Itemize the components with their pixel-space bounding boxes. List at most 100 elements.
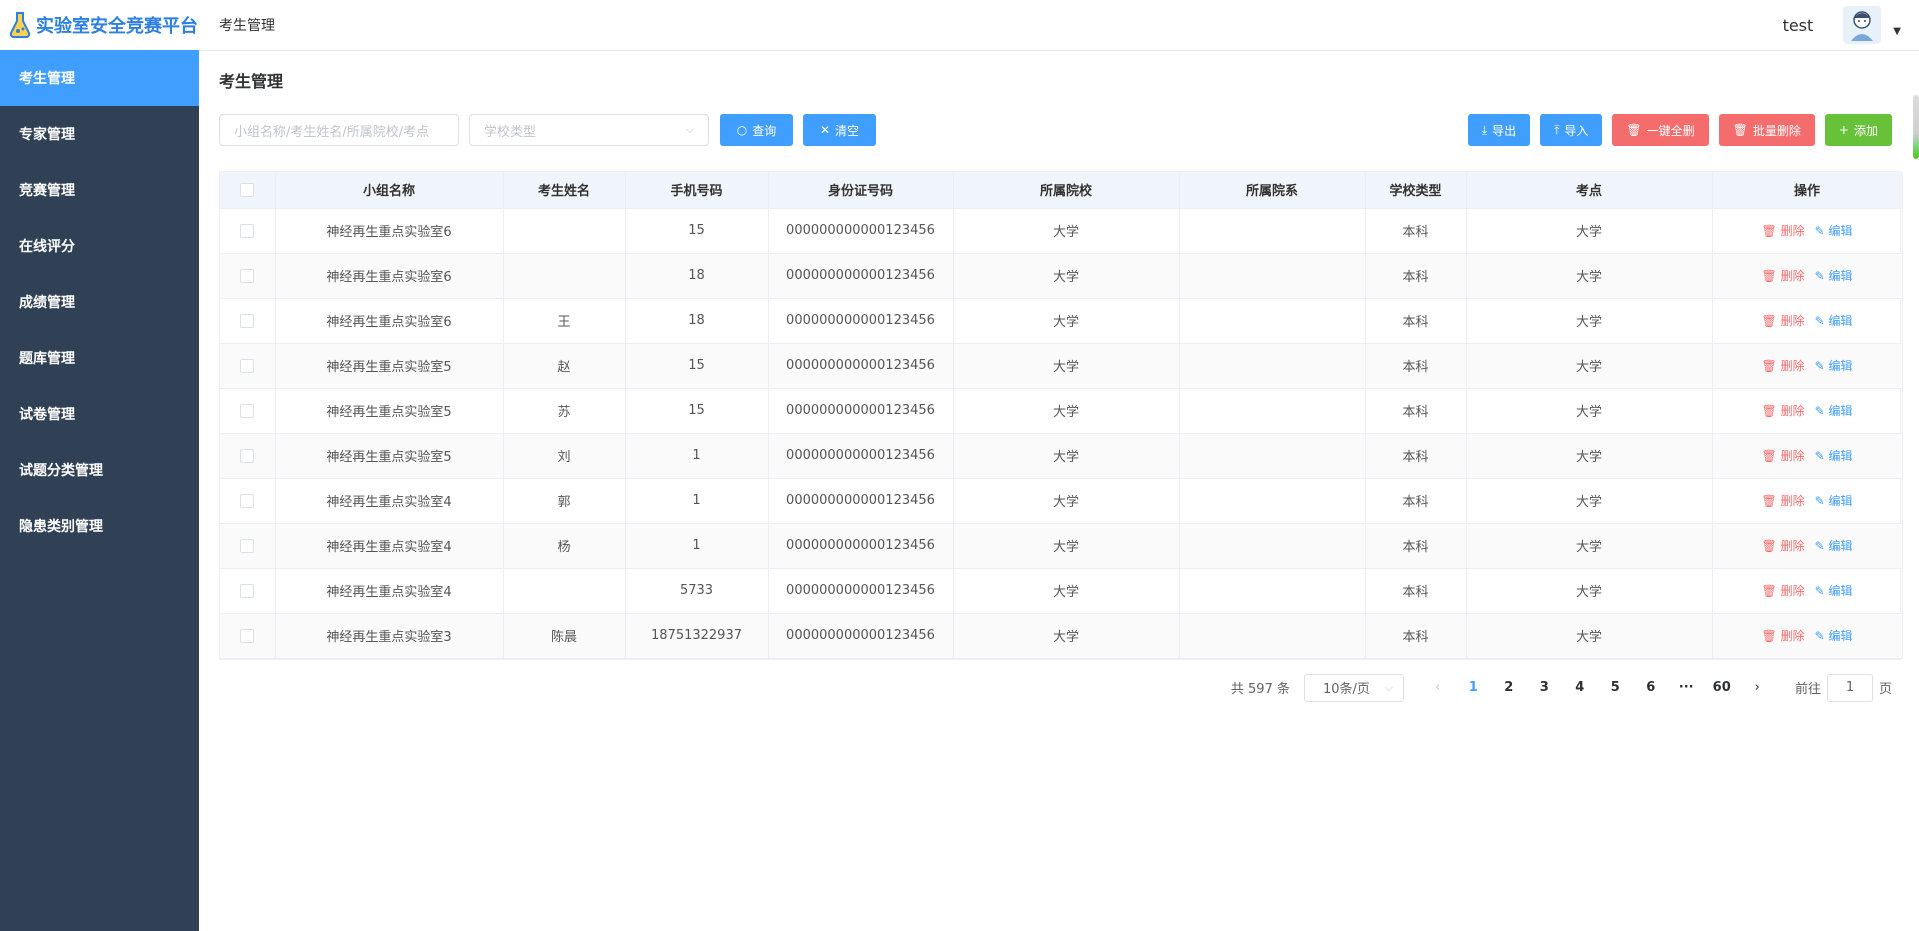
row-checkbox[interactable] xyxy=(240,448,255,463)
edit-row-button[interactable]: ✎ 编辑 xyxy=(1815,402,1853,419)
table-row: 神经再生重点实验室5 苏 15 000000000000123456 大学 本科 大学 🗑 删… xyxy=(220,388,1903,434)
export-button[interactable]: ⤓ 导出 xyxy=(1467,114,1531,146)
row-checkbox[interactable] xyxy=(240,538,255,553)
row-select-cell[interactable] xyxy=(220,478,276,524)
trash-icon: 🗑 xyxy=(1761,629,1781,643)
trash-icon: 🗑 xyxy=(1761,494,1781,508)
school-type-select[interactable]: 学校类型 ⌵ xyxy=(469,114,709,146)
row-select-cell[interactable] xyxy=(220,298,276,344)
row-select-cell[interactable] xyxy=(220,523,276,569)
pagination-total: 共 597 条 xyxy=(1230,682,1290,697)
scrollbar[interactable] xyxy=(1913,95,1919,159)
edit-row-button[interactable]: ✎ 编辑 xyxy=(1815,267,1853,284)
edit-row-button[interactable]: ✎ 编辑 xyxy=(1815,537,1853,554)
select-all-cell[interactable] xyxy=(220,172,276,209)
edit-row-button[interactable]: ✎ 编辑 xyxy=(1815,492,1853,509)
row-checkbox[interactable] xyxy=(240,268,255,283)
sidebar-item[interactable]: 考生管理 xyxy=(0,50,199,106)
page-button[interactable]: ··· xyxy=(1668,674,1704,702)
row-checkbox[interactable] xyxy=(240,313,255,328)
page-size-select[interactable]: 10条/页 ⌵ xyxy=(1303,673,1404,702)
delete-row-button[interactable]: 🗑 删除 xyxy=(1762,537,1805,554)
query-button[interactable]: ○ 查询 xyxy=(720,114,793,146)
add-button[interactable]: + 添加 xyxy=(1824,114,1892,146)
query-label: 查询 xyxy=(752,123,777,138)
page-button[interactable]: 6 xyxy=(1633,674,1669,702)
cell-group: 神经再生重点实验室4 xyxy=(275,523,504,569)
row-select-cell[interactable] xyxy=(220,613,276,659)
trash-icon: 🗑 xyxy=(1761,539,1781,553)
delete-row-button[interactable]: 🗑 删除 xyxy=(1762,402,1805,419)
delete-all-button[interactable]: 🗑 一键全删 xyxy=(1612,114,1709,146)
table-row: 神经再生重点实验室4 郭 1 000000000000123456 大学 本科 大学 🗑 删除… xyxy=(220,478,1903,524)
page-button[interactable]: 3 xyxy=(1526,674,1562,702)
plus-icon: + xyxy=(1838,123,1849,137)
page-button[interactable]: 5 xyxy=(1597,674,1633,702)
username: test xyxy=(1782,15,1814,35)
sidebar-item[interactable]: 隐患类别管理 xyxy=(0,498,199,554)
cell-group: 神经再生重点实验室6 xyxy=(275,253,504,299)
delete-row-button[interactable]: 🗑 删除 xyxy=(1762,312,1805,329)
edit-row-button[interactable]: ✎ 编辑 xyxy=(1815,222,1853,239)
cell-site: 大学 xyxy=(1466,613,1713,659)
column-header: 小组名称 xyxy=(275,172,504,209)
edit-icon: ✎ xyxy=(1814,359,1829,373)
table-row: 神经再生重点实验室4 5733 000000000000123456 大学 本科 大学 🗑 … xyxy=(220,568,1903,614)
row-checkbox[interactable] xyxy=(240,358,255,373)
row-select-cell[interactable] xyxy=(220,433,276,479)
clear-label: 清空 xyxy=(835,123,860,138)
select-all-checkbox[interactable] xyxy=(240,182,255,197)
clear-button[interactable]: ✕ 清空 xyxy=(803,114,876,146)
page-button[interactable]: 2 xyxy=(1491,674,1527,702)
edit-row-button[interactable]: ✎ 编辑 xyxy=(1815,447,1853,464)
row-checkbox[interactable] xyxy=(240,493,255,508)
row-checkbox[interactable] xyxy=(240,628,255,643)
page-title: 考生管理 xyxy=(219,72,284,91)
row-checkbox[interactable] xyxy=(240,583,255,598)
edit-row-button[interactable]: ✎ 编辑 xyxy=(1815,357,1853,374)
delete-row-button[interactable]: 🗑 删除 xyxy=(1762,357,1805,374)
row-select-cell[interactable] xyxy=(220,253,276,299)
goto-page-input[interactable]: 1 xyxy=(1826,673,1873,702)
cell-school: 大学 xyxy=(953,523,1180,569)
sidebar-item[interactable]: 试题分类管理 xyxy=(0,442,199,498)
row-select-cell[interactable] xyxy=(220,388,276,434)
cell-phone: 1 xyxy=(625,523,769,569)
next-page-button[interactable]: › xyxy=(1739,674,1775,702)
row-select-cell[interactable] xyxy=(220,568,276,614)
edit-row-button[interactable]: ✎ 编辑 xyxy=(1815,627,1853,644)
cell-school-type: 本科 xyxy=(1365,523,1467,569)
delete-row-button[interactable]: 🗑 删除 xyxy=(1762,267,1805,284)
batch-delete-button[interactable]: 🗑 批量删除 xyxy=(1718,114,1815,146)
delete-row-button[interactable]: 🗑 删除 xyxy=(1762,627,1805,644)
delete-row-button[interactable]: 🗑 删除 xyxy=(1762,492,1805,509)
page-button[interactable]: 4 xyxy=(1562,674,1598,702)
delete-row-button[interactable]: 🗑 删除 xyxy=(1762,447,1805,464)
sidebar-item[interactable]: 试卷管理 xyxy=(0,386,199,442)
row-checkbox[interactable] xyxy=(240,403,255,418)
edit-row-button[interactable]: ✎ 编辑 xyxy=(1815,312,1853,329)
page-button[interactable]: 60 xyxy=(1704,674,1740,702)
delete-row-button[interactable]: 🗑 删除 xyxy=(1762,582,1805,599)
sidebar-item[interactable]: 竞赛管理 xyxy=(0,162,199,218)
page-button[interactable]: 1 xyxy=(1455,674,1491,702)
row-select-cell[interactable] xyxy=(220,343,276,389)
delete-label: 删除 xyxy=(1780,494,1805,508)
avatar[interactable] xyxy=(1843,6,1882,44)
sidebar-item[interactable]: 题库管理 xyxy=(0,330,199,386)
edit-row-button[interactable]: ✎ 编辑 xyxy=(1815,582,1853,599)
sidebar-item[interactable]: 专家管理 xyxy=(0,106,199,162)
cell-site: 大学 xyxy=(1466,568,1713,614)
row-select-cell[interactable] xyxy=(220,208,276,254)
sidebar-item[interactable]: 成绩管理 xyxy=(0,274,199,330)
import-button[interactable]: ⤒ 导入 xyxy=(1540,114,1603,146)
search-input[interactable]: 小组名称/考生姓名/所属院校/考点 xyxy=(219,114,459,146)
chevron-down-icon[interactable]: ▼ xyxy=(1893,26,1901,37)
row-checkbox[interactable] xyxy=(240,223,255,238)
prev-page-button[interactable]: ‹ xyxy=(1420,674,1456,702)
cell-id-card: 000000000000123456 xyxy=(768,343,954,389)
delete-row-button[interactable]: 🗑 删除 xyxy=(1762,222,1805,239)
cell-school: 大学 xyxy=(953,478,1180,524)
sidebar-item[interactable]: 在线评分 xyxy=(0,218,199,274)
edit-label: 编辑 xyxy=(1828,224,1853,238)
